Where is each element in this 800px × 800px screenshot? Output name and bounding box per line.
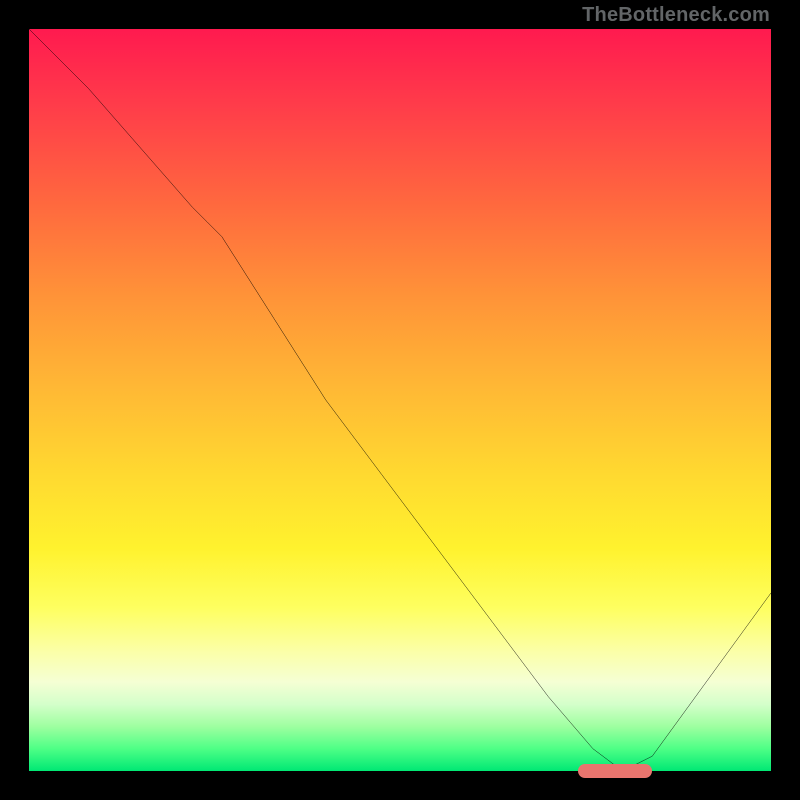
plot-area <box>29 29 771 771</box>
watermark-text: TheBottleneck.com <box>582 4 770 27</box>
chart-frame: TheBottleneck.com <box>0 0 800 800</box>
bottleneck-curve <box>29 29 771 771</box>
optimal-zone-marker <box>578 764 652 778</box>
